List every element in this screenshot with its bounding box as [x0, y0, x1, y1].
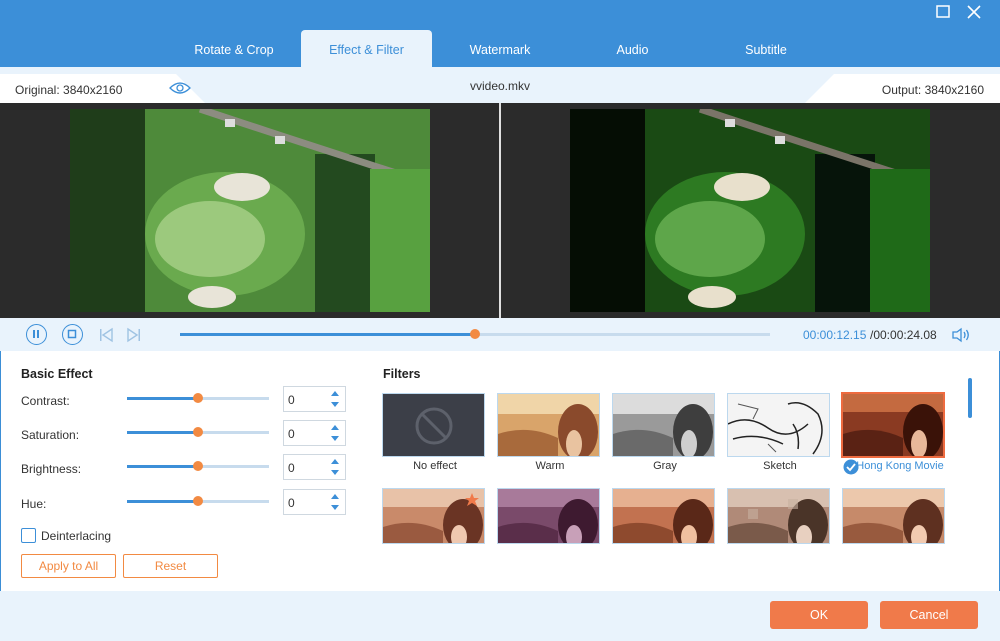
slider-fill [127, 465, 198, 468]
filter-sketch[interactable] [727, 393, 830, 457]
filter-label: Gray [653, 460, 677, 472]
close-icon[interactable] [966, 4, 986, 24]
brightness-stepper[interactable] [283, 454, 346, 480]
basic-effect-title: Basic Effect [21, 367, 93, 381]
total-time: /00:00:24.08 [870, 328, 937, 342]
filter-thumbnail[interactable] [842, 488, 945, 544]
progress-bar[interactable] [180, 329, 770, 339]
tab-audio[interactable]: Audio [595, 30, 670, 67]
filter-thumbnail[interactable] [382, 488, 485, 544]
saturation-label: Saturation: [21, 428, 80, 442]
filter-label: Sketch [763, 460, 797, 472]
progress-handle[interactable] [470, 329, 480, 339]
contrast-slider[interactable] [127, 393, 269, 403]
slider-handle[interactable] [193, 393, 203, 403]
decrement-icon[interactable] [328, 399, 342, 410]
title-bar: Rotate & Crop Effect & Filter Watermark … [0, 0, 1000, 67]
slider-handle[interactable] [193, 461, 203, 471]
apply-to-all-button[interactable]: Apply to All [21, 554, 116, 578]
increment-icon[interactable] [328, 388, 342, 399]
filter-label: Warm [535, 460, 565, 472]
info-bar: Original: 3840x2160 vvideo.mkv Output: 3… [0, 67, 1000, 103]
cancel-button[interactable]: Cancel [880, 601, 978, 629]
filters-scrollbar[interactable] [968, 378, 972, 418]
increment-icon[interactable] [328, 456, 342, 467]
filter-warm[interactable] [497, 393, 600, 457]
tab-rotate-crop[interactable]: Rotate & Crop [182, 30, 286, 67]
reset-button[interactable]: Reset [123, 554, 218, 578]
hue-slider[interactable] [127, 496, 269, 506]
original-video [70, 109, 430, 312]
filter-label-selected: Hong Kong Movie [856, 460, 944, 472]
output-video [570, 109, 930, 312]
stop-button[interactable] [62, 324, 83, 345]
maximize-icon[interactable] [935, 4, 955, 24]
brightness-slider[interactable] [127, 461, 269, 471]
slider-fill [127, 431, 198, 434]
filter-gray[interactable] [612, 393, 715, 457]
saturation-input[interactable] [288, 425, 326, 442]
filter-hong-kong-movie[interactable] [841, 392, 945, 458]
brightness-label: Brightness: [21, 462, 82, 476]
tab-subtitle[interactable]: Subtitle [725, 30, 807, 67]
deinterlacing-checkbox[interactable] [21, 528, 36, 543]
slider-handle[interactable] [193, 496, 203, 506]
slider-handle[interactable] [193, 427, 203, 437]
filter-thumbnail[interactable] [497, 488, 600, 544]
decrement-icon[interactable] [328, 433, 342, 444]
decrement-icon[interactable] [328, 467, 342, 478]
next-frame-icon[interactable] [126, 327, 142, 346]
contrast-stepper[interactable] [283, 386, 346, 412]
tab-watermark[interactable]: Watermark [455, 30, 545, 67]
contrast-input[interactable] [288, 391, 326, 408]
increment-icon[interactable] [328, 491, 342, 502]
file-name: vvideo.mkv [469, 79, 531, 93]
deinterlacing-label: Deinterlacing [41, 529, 112, 543]
hue-input[interactable] [288, 494, 326, 511]
preview-divider [499, 103, 501, 318]
brightness-input[interactable] [288, 459, 326, 476]
filter-no-effect[interactable] [382, 393, 485, 457]
contrast-label: Contrast: [21, 394, 70, 408]
ok-button[interactable]: OK [770, 601, 868, 629]
saturation-slider[interactable] [127, 427, 269, 437]
slider-fill [127, 397, 198, 400]
output-resolution: Output: 3840x2160 [881, 83, 984, 97]
hue-stepper[interactable] [283, 489, 346, 515]
previous-frame-icon[interactable] [98, 327, 114, 346]
filter-label: No effect [413, 460, 457, 472]
filters-title: Filters [383, 367, 421, 381]
progress-fill [180, 333, 475, 336]
decrement-icon[interactable] [328, 502, 342, 513]
saturation-stepper[interactable] [283, 420, 346, 446]
increment-icon[interactable] [328, 422, 342, 433]
playback-bar: 00:00:12.15 /00:00:24.08 [0, 318, 1000, 351]
pause-button[interactable] [26, 324, 47, 345]
hue-label: Hue: [21, 497, 47, 511]
preview-area [0, 103, 1000, 318]
filter-thumbnail[interactable] [727, 488, 830, 544]
volume-icon[interactable] [951, 327, 971, 346]
slider-fill [127, 500, 198, 503]
current-time: 00:00:12.15 [803, 328, 867, 342]
tab-effect-filter[interactable]: Effect & Filter [301, 30, 432, 67]
filter-thumbnail[interactable] [612, 488, 715, 544]
